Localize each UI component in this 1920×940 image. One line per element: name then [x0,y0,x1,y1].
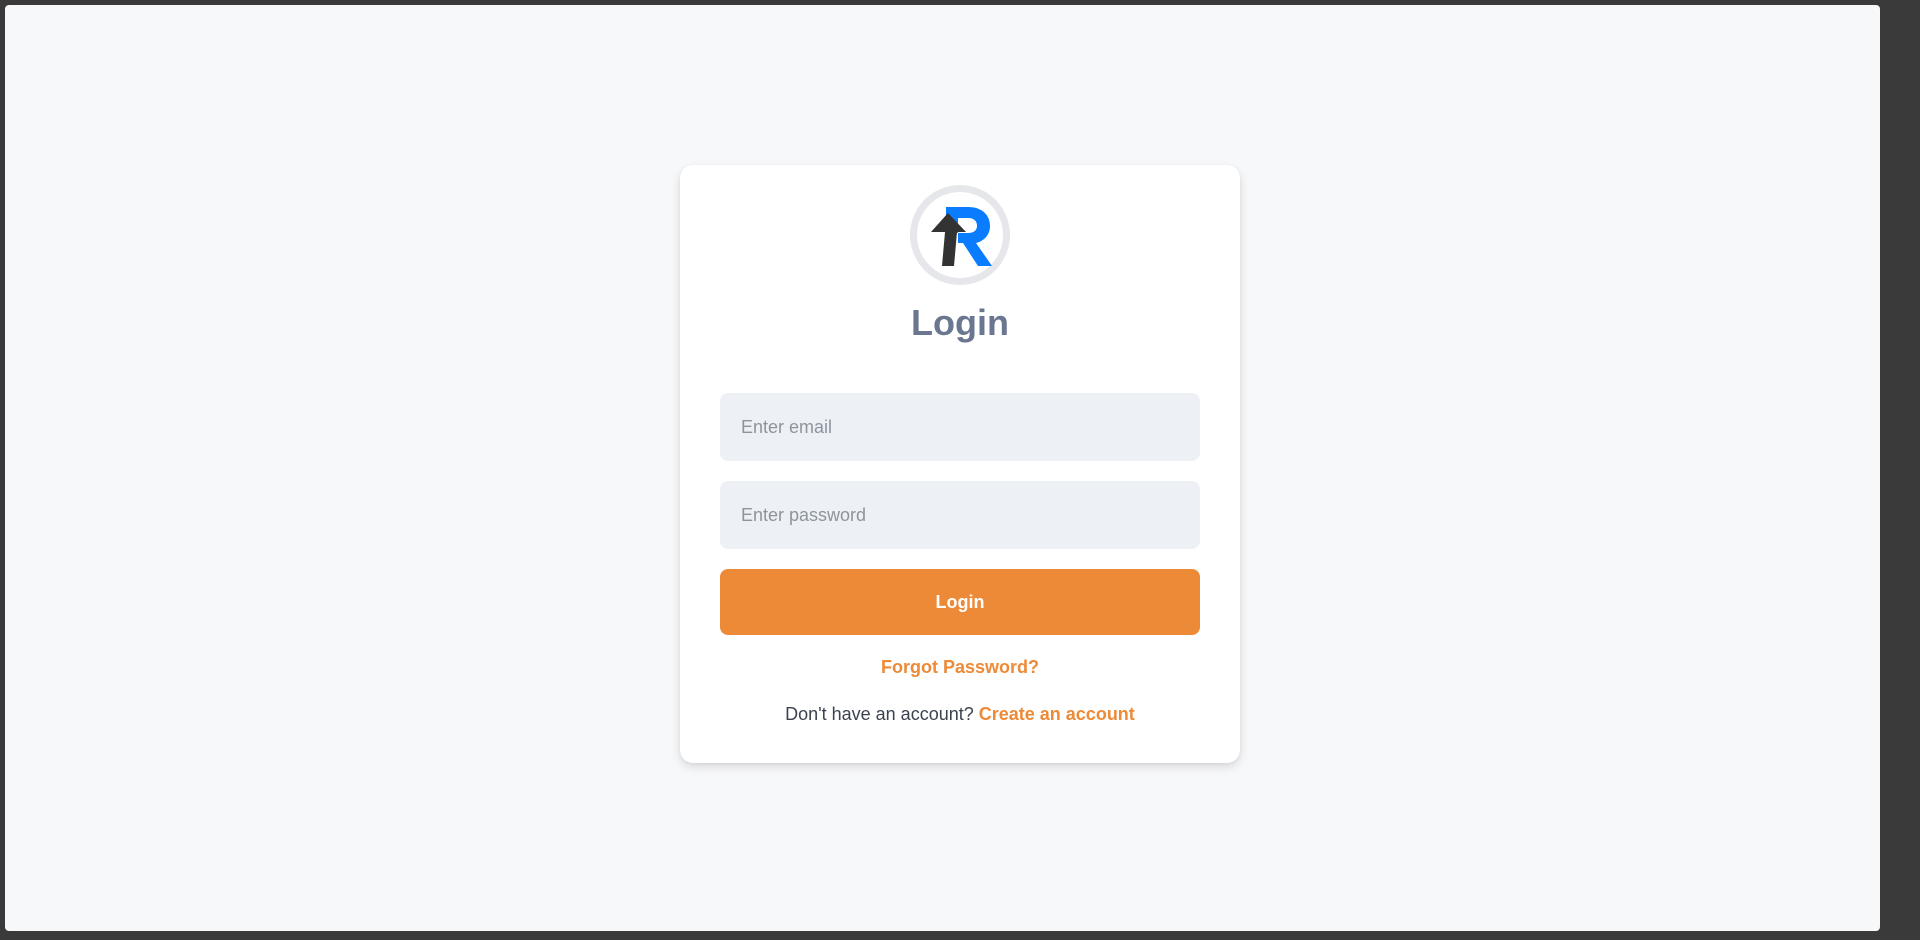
page-background: Login Login Forgot Password? Don't have … [5,5,1880,931]
password-field[interactable] [720,481,1200,549]
signup-row: Don't have an account? Create an account [680,702,1240,726]
login-button[interactable]: Login [720,569,1200,635]
login-card: Login Login Forgot Password? Don't have … [680,165,1240,763]
brand-logo [910,185,1010,285]
forgot-password-link[interactable]: Forgot Password? [680,655,1240,679]
page-title: Login [911,302,1009,343]
create-account-link[interactable]: Create an account [979,704,1135,724]
signup-prompt: Don't have an account? [785,704,979,724]
email-field[interactable] [720,393,1200,461]
r-arrow-logo-icon [931,207,992,266]
